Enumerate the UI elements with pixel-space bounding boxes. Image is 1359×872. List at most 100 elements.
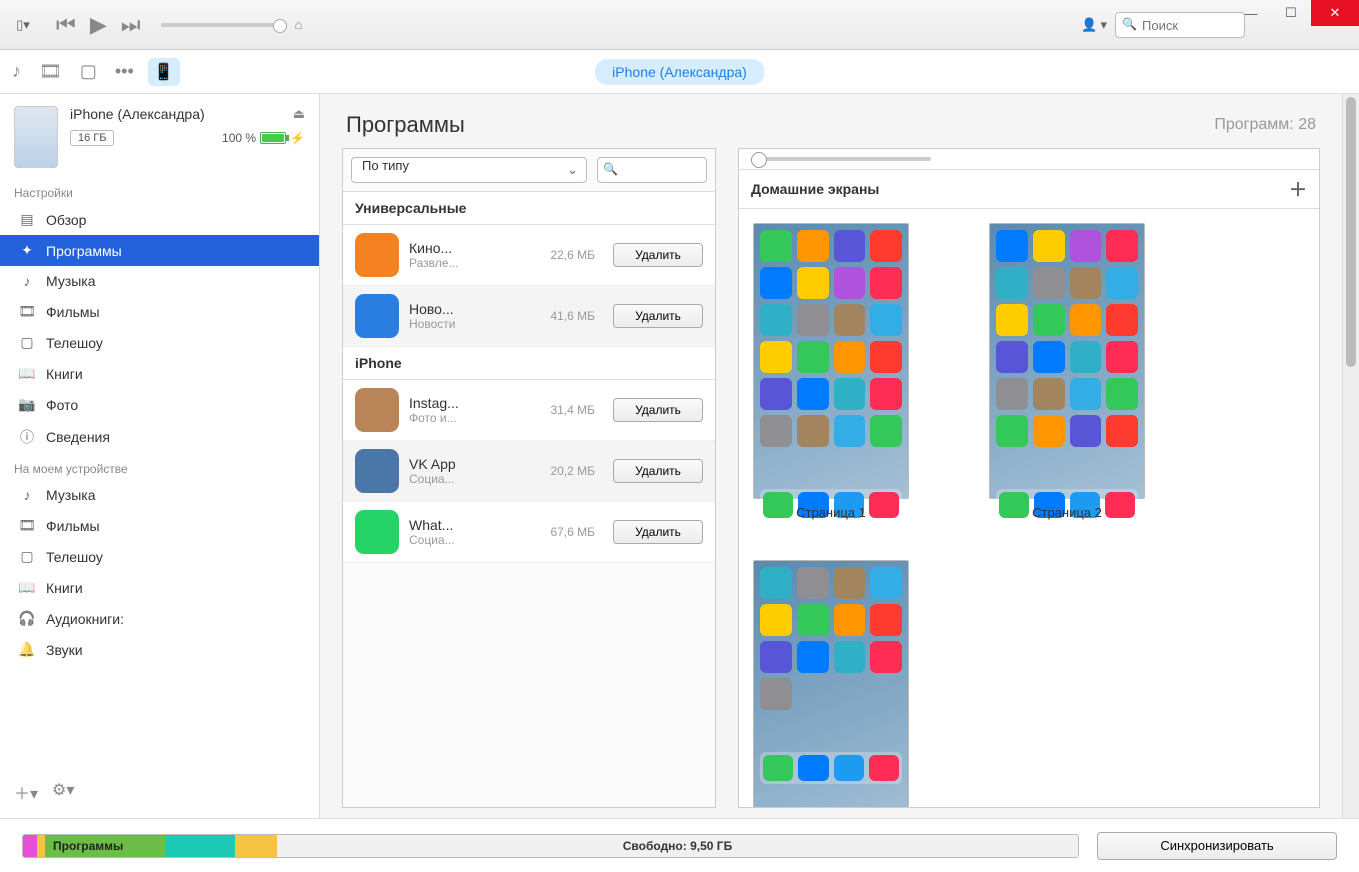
- app-tile-icon: [1106, 304, 1138, 336]
- app-row[interactable]: Instag... Фото и... 31,4 МБ Удалить: [343, 380, 715, 441]
- sidebar-item[interactable]: 📷Фото: [0, 389, 319, 420]
- delete-button[interactable]: Удалить: [613, 520, 703, 544]
- sidebar-item[interactable]: 🔔Звуки: [0, 634, 319, 665]
- sidebar-item[interactable]: ▤ Обзор: [0, 204, 319, 235]
- eject-icon[interactable]: ⏏: [293, 106, 305, 122]
- tv-tab-icon[interactable]: ▢: [80, 61, 97, 82]
- nav-label: Книги: [46, 580, 83, 596]
- search-input[interactable]: [1115, 12, 1245, 38]
- home-screen-page[interactable]: Страница 2: [989, 223, 1145, 520]
- home-screen-page[interactable]: Страница 1: [753, 223, 909, 520]
- app-tile-icon: [870, 341, 902, 373]
- phone-screen-preview: [753, 223, 909, 499]
- sidebar-item[interactable]: ♪Музыка: [0, 266, 319, 296]
- gear-icon[interactable]: ⚙▾: [52, 780, 74, 804]
- app-row[interactable]: What... Социа... 67,6 МБ Удалить: [343, 502, 715, 563]
- app-tile-icon: [760, 378, 792, 410]
- nav-icon: ▤: [18, 211, 36, 228]
- app-tile-icon: [834, 267, 866, 299]
- app-tile-icon: [1033, 267, 1065, 299]
- prev-track-icon[interactable]: ⏮: [56, 12, 76, 38]
- delete-button[interactable]: Удалить: [613, 243, 703, 267]
- app-search-input[interactable]: [597, 157, 707, 183]
- app-count-label: Программ: 28: [1214, 116, 1316, 134]
- sync-button[interactable]: Синхронизировать: [1097, 832, 1337, 860]
- app-size: 22,6 МБ: [541, 248, 595, 262]
- sidebar-item[interactable]: 📖 Книги: [0, 572, 319, 603]
- sidebar-item[interactable]: 🎞Фильмы: [0, 510, 319, 541]
- zoom-slider[interactable]: [751, 157, 931, 161]
- add-screen-icon[interactable]: ＋: [1289, 176, 1307, 202]
- sidebar-item[interactable]: ▢Телешоу: [0, 327, 319, 358]
- sidebar-item[interactable]: 🎧Аудиокниги:: [0, 603, 319, 634]
- volume-slider[interactable]: [161, 23, 281, 27]
- minimize-button[interactable]: —: [1231, 0, 1271, 26]
- app-tile-icon: [797, 641, 829, 673]
- app-icon: [355, 388, 399, 432]
- page-title: Программы: [346, 112, 465, 138]
- add-icon[interactable]: ＋▾: [14, 780, 38, 804]
- app-tile-icon: [760, 230, 792, 262]
- nav-label: Обзор: [46, 212, 86, 228]
- app-tile-icon: [760, 567, 792, 599]
- delete-button[interactable]: Удалить: [613, 398, 703, 422]
- dock: [760, 752, 902, 784]
- maximize-button[interactable]: ☐: [1271, 0, 1311, 26]
- sidebar-item[interactable]: ♪Музыка: [0, 480, 319, 510]
- play-icon[interactable]: ▶: [90, 12, 107, 38]
- app-tile-icon: [1106, 415, 1138, 447]
- app-row[interactable]: VK App Социа... 20,2 МБ Удалить: [343, 441, 715, 502]
- titlebar: ▯▾ ⏮ ▶ ⏭ ⌂ 👤▾ — ☐ ✕: [0, 0, 1359, 50]
- sort-select[interactable]: По типу: [351, 157, 587, 183]
- nav-icon: 🔔: [18, 641, 36, 658]
- app-name: VK App: [409, 456, 531, 472]
- sidebar-item[interactable]: ▢Телешоу: [0, 541, 319, 572]
- device-tab-button[interactable]: 📱: [148, 58, 180, 86]
- storage-seg-docs: [165, 835, 235, 857]
- sidebar-item[interactable]: ✦Программы: [0, 235, 319, 266]
- nav-label: Фильмы: [46, 304, 100, 320]
- scrollbar[interactable]: [1343, 94, 1359, 818]
- app-row[interactable]: Ново... Новости 41,6 МБ Удалить: [343, 286, 715, 347]
- sidebar-item[interactable]: ⓘСведения: [0, 420, 319, 454]
- battery-percent: 100 %: [222, 131, 256, 145]
- sidebar-item[interactable]: 📖Книги: [0, 358, 319, 389]
- music-tab-icon[interactable]: ♪: [12, 61, 21, 82]
- device-thumbnail-icon: [14, 106, 58, 168]
- account-button[interactable]: 👤▾: [1081, 17, 1107, 33]
- app-tile-icon: [760, 604, 792, 636]
- phone-screen-preview: [989, 223, 1145, 499]
- section-settings-label: Настройки: [0, 178, 319, 204]
- more-tab-icon[interactable]: •••: [115, 61, 134, 82]
- nav-icon: 🎞: [18, 517, 36, 534]
- phone-icon: 📱: [154, 62, 174, 82]
- app-icon: [355, 233, 399, 277]
- app-tile-icon: [1033, 304, 1065, 336]
- content: Программы Программ: 28 По типу Универсал…: [320, 94, 1343, 818]
- airplay-icon[interactable]: ⌂: [295, 17, 303, 32]
- section-device-label: На моем устройстве: [0, 454, 319, 480]
- next-track-icon[interactable]: ⏭: [121, 12, 141, 38]
- app-tile-icon: [870, 230, 902, 262]
- app-tile-icon: [996, 415, 1028, 447]
- delete-button[interactable]: Удалить: [613, 304, 703, 328]
- app-tile-icon: [1070, 304, 1102, 336]
- device-name-pill[interactable]: iPhone (Александра): [594, 59, 765, 85]
- home-screen-page[interactable]: [753, 560, 909, 807]
- movies-tab-icon[interactable]: 🎞: [39, 61, 62, 82]
- nav-icon: ⓘ: [18, 427, 36, 447]
- app-tile-icon: [797, 267, 829, 299]
- app-group-header: Универсальные: [343, 192, 715, 225]
- app-row[interactable]: Кино... Развле... 22,6 МБ Удалить: [343, 225, 715, 286]
- sidebar: iPhone (Александра) ⏏ 16 ГБ 100 % ⚡ Наст…: [0, 94, 320, 818]
- nav-icon: 📖: [18, 579, 36, 596]
- close-button[interactable]: ✕: [1311, 0, 1359, 26]
- app-tile-icon: [797, 415, 829, 447]
- person-icon: 👤: [1081, 17, 1097, 33]
- delete-button[interactable]: Удалить: [613, 459, 703, 483]
- phone-screen-preview: [753, 560, 909, 807]
- sidebar-item[interactable]: 🎞Фильмы: [0, 296, 319, 327]
- sidebar-toggle-icon[interactable]: ▯▾: [8, 12, 38, 38]
- nav-label: Аудиокниги:: [46, 611, 124, 627]
- app-tile-icon: [797, 304, 829, 336]
